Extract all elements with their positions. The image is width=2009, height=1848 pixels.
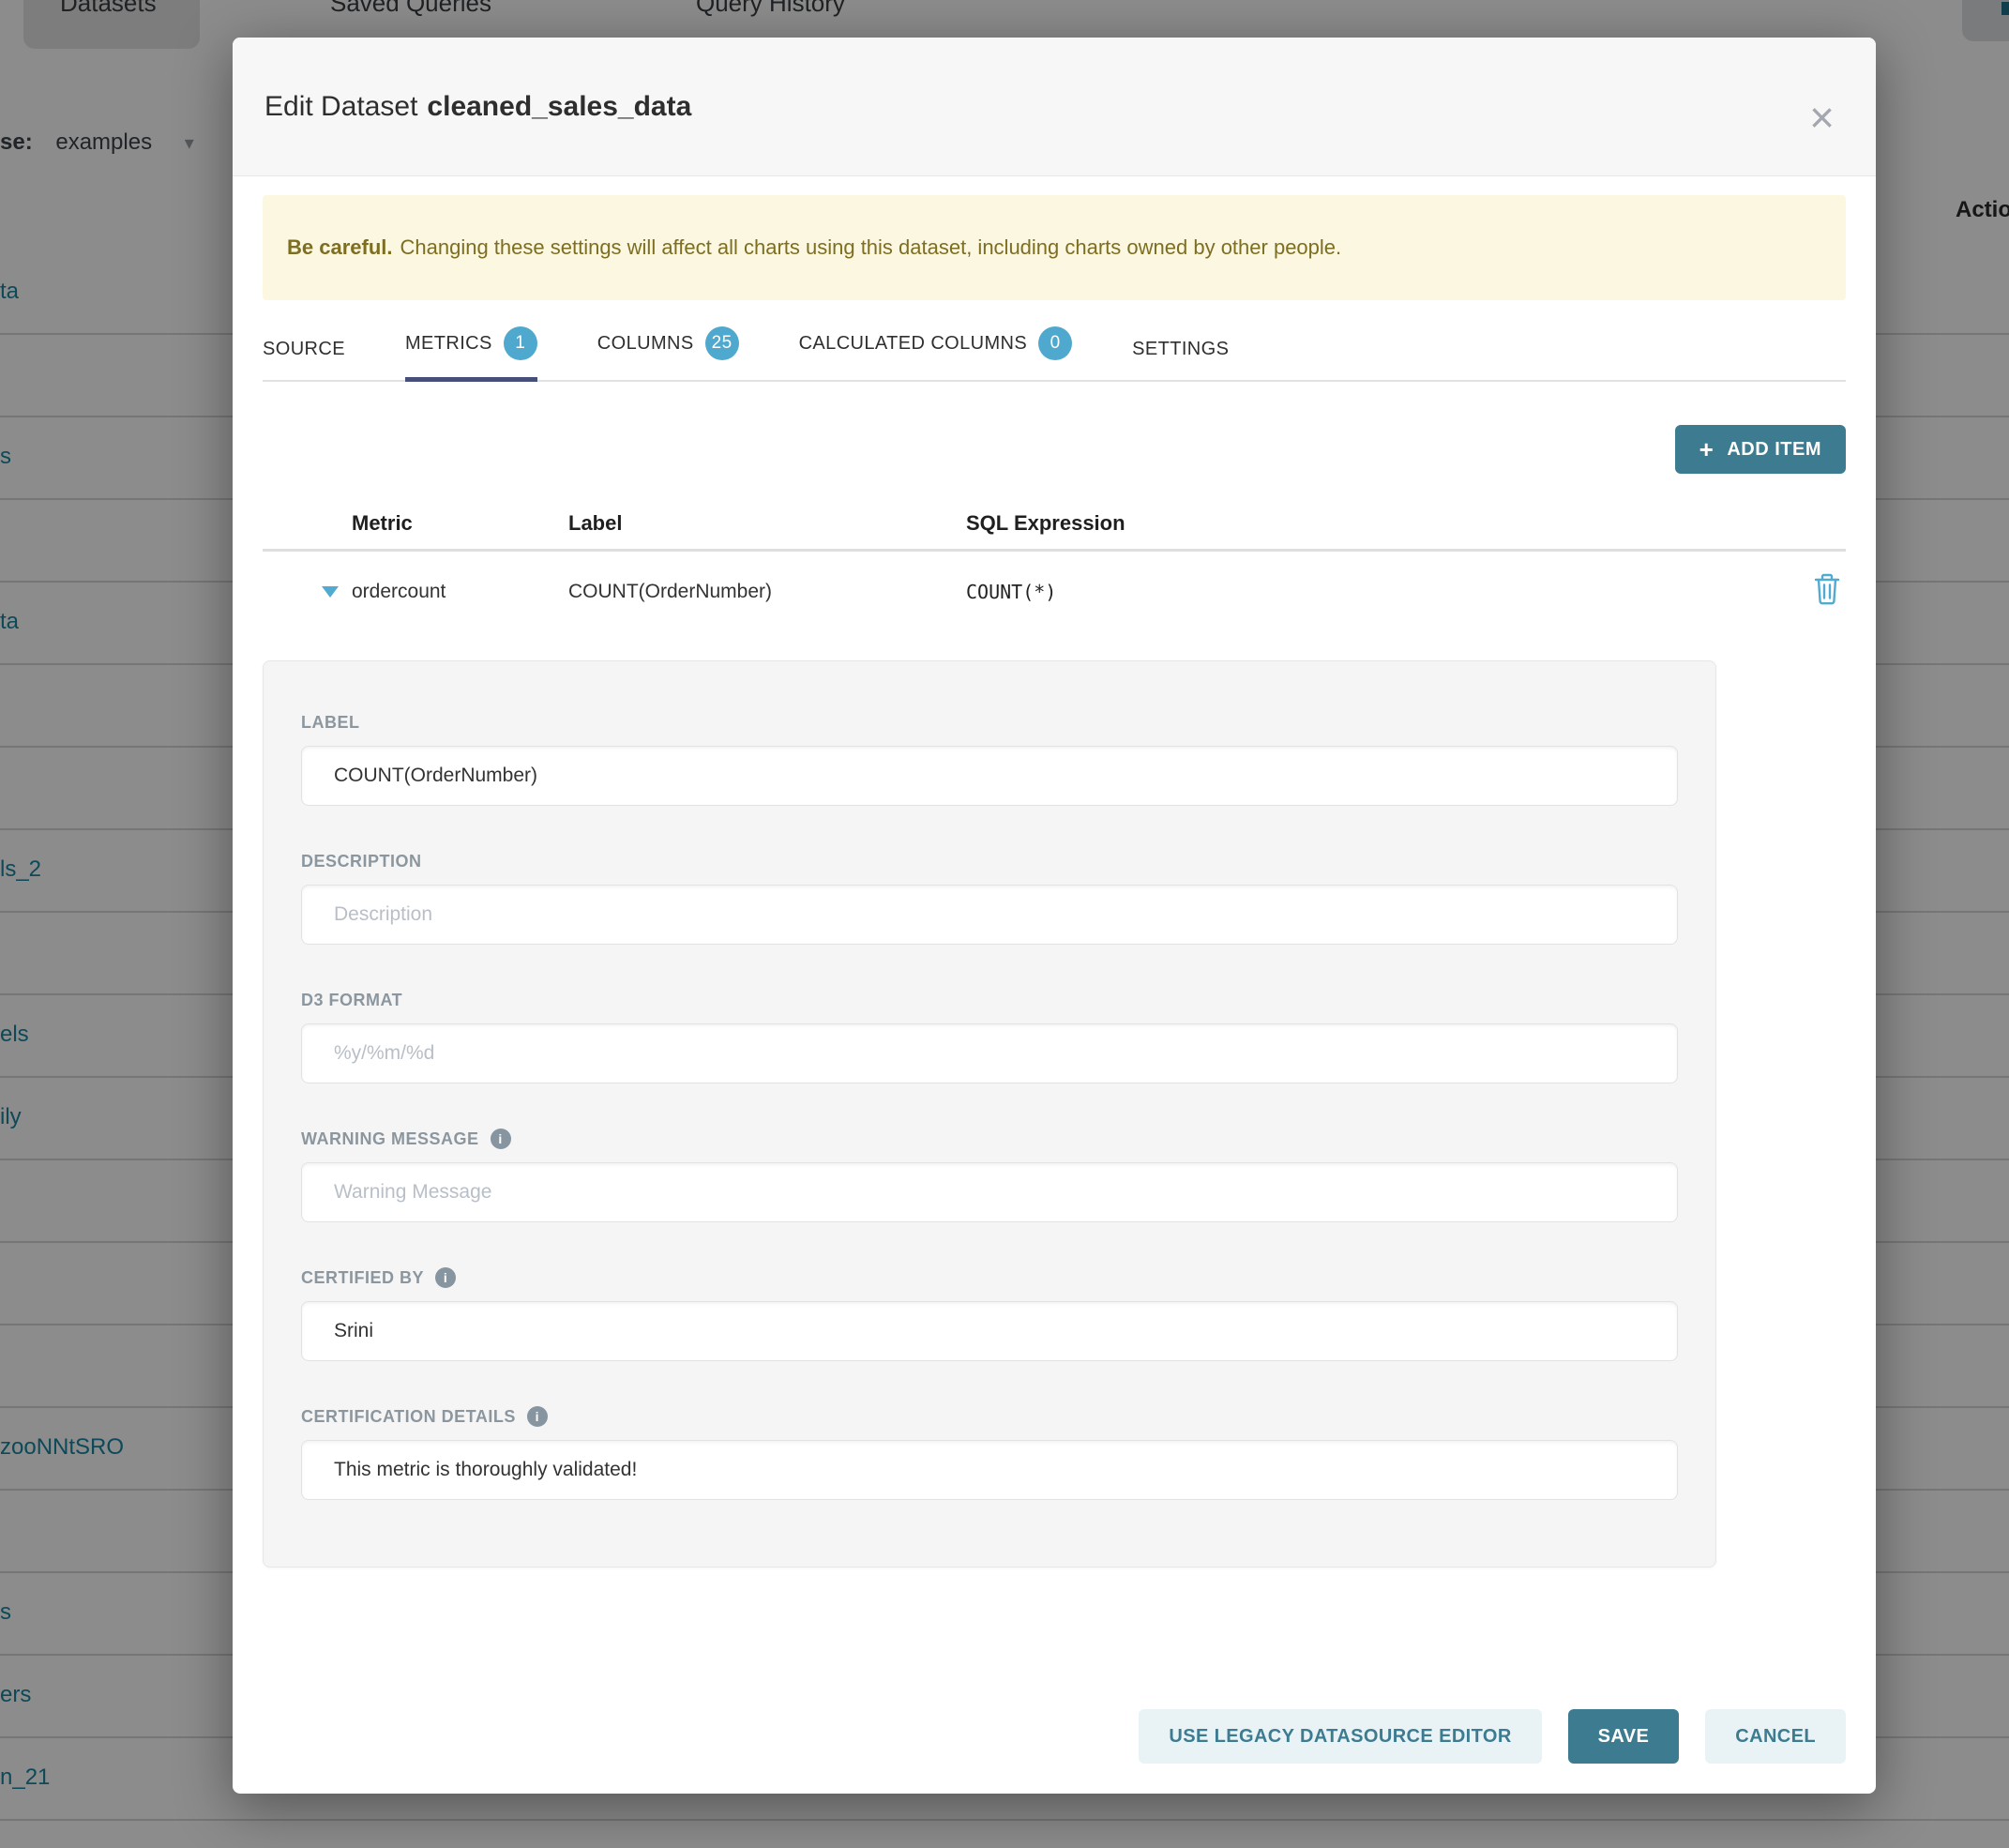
metric-label: COUNT(OrderNumber) xyxy=(568,581,966,603)
metric-column-header: Metric xyxy=(352,511,568,536)
cancel-button[interactable]: CANCEL xyxy=(1705,1709,1846,1764)
metric-row: ordercount COUNT(OrderNumber) COUNT(*) xyxy=(263,552,1846,631)
modal-title: Edit Dataset cleaned_sales_data xyxy=(264,91,691,123)
modal-title-prefix: Edit Dataset xyxy=(264,91,417,122)
add-item-button[interactable]: + ADD ITEM xyxy=(1675,425,1846,474)
metrics-table: Metric Label SQL Expression ordercount C… xyxy=(263,497,1846,631)
label-input[interactable] xyxy=(301,746,1678,806)
tab-calculated-columns[interactable]: CALCULATED COLUMNS 0 xyxy=(799,326,1073,382)
edit-dataset-modal: Edit Dataset cleaned_sales_data × Be care… xyxy=(233,38,1876,1794)
tab-calculated-columns-badge: 0 xyxy=(1038,326,1072,360)
warning-message-field: WARNING MESSAGE i xyxy=(301,1128,1678,1222)
certification-details-field-label: CERTIFICATION DETAILS i xyxy=(301,1406,1678,1427)
certified-by-field: CERTIFIED BY i xyxy=(301,1267,1678,1361)
tab-metrics-badge: 1 xyxy=(504,326,537,360)
tab-settings-label: SETTINGS xyxy=(1132,339,1229,360)
label-field-label: LABEL xyxy=(301,712,1678,733)
close-icon[interactable]: × xyxy=(1809,96,1835,139)
tab-calculated-columns-label: CALCULATED COLUMNS xyxy=(799,333,1028,355)
tab-source-label: SOURCE xyxy=(263,339,345,360)
sql-expression-column-header: SQL Expression xyxy=(966,511,1780,536)
tab-metrics[interactable]: METRICS 1 xyxy=(405,326,537,382)
certification-details-field: CERTIFICATION DETAILS i xyxy=(301,1406,1678,1500)
tab-columns-label: COLUMNS xyxy=(597,333,694,355)
dataset-name: cleaned_sales_data xyxy=(427,91,691,122)
metric-sql-expression: COUNT(*) xyxy=(966,581,1780,603)
modal-header: Edit Dataset cleaned_sales_data × xyxy=(233,38,1876,176)
modal-tab-bar: SOURCE METRICS 1 COLUMNS 25 CALCULATED C… xyxy=(263,322,1846,382)
metrics-table-header: Metric Label SQL Expression xyxy=(263,497,1846,552)
tab-settings[interactable]: SETTINGS xyxy=(1132,339,1229,382)
d3-format-field: D3 FORMAT xyxy=(301,990,1678,1083)
metric-name: ordercount xyxy=(352,581,568,603)
warning-banner-text: Changing these settings will affect all … xyxy=(400,235,1342,260)
use-legacy-datasource-editor-button[interactable]: USE LEGACY DATASOURCE EDITOR xyxy=(1139,1709,1541,1764)
certified-by-input[interactable] xyxy=(301,1301,1678,1361)
info-icon: i xyxy=(491,1128,511,1149)
tab-metrics-label: METRICS xyxy=(405,333,492,355)
warning-message-input[interactable] xyxy=(301,1162,1678,1222)
info-icon: i xyxy=(435,1267,456,1288)
label-column-header: Label xyxy=(568,511,966,536)
warning-banner-bold: Be careful. xyxy=(287,235,393,260)
d3-format-input[interactable] xyxy=(301,1023,1678,1083)
modal-footer: USE LEGACY DATASOURCE EDITOR SAVE CANCEL xyxy=(1139,1709,1846,1764)
label-field: LABEL xyxy=(301,712,1678,806)
plus-icon: + xyxy=(1699,437,1714,462)
warning-banner: Be careful. Changing these settings will… xyxy=(263,195,1846,300)
metric-detail-panel: LABEL DESCRIPTION D3 FORMAT WARNING MESS… xyxy=(263,660,1716,1568)
trash-icon[interactable] xyxy=(1814,573,1840,611)
certification-details-input[interactable] xyxy=(301,1440,1678,1500)
certified-by-field-label: CERTIFIED BY i xyxy=(301,1267,1678,1288)
collapse-caret-icon[interactable] xyxy=(322,586,339,598)
description-field: DESCRIPTION xyxy=(301,851,1678,945)
description-input[interactable] xyxy=(301,885,1678,945)
save-button[interactable]: SAVE xyxy=(1568,1709,1680,1764)
tab-columns-badge: 25 xyxy=(705,326,739,360)
tab-columns[interactable]: COLUMNS 25 xyxy=(597,326,739,382)
description-field-label: DESCRIPTION xyxy=(301,851,1678,871)
warning-message-field-label: WARNING MESSAGE i xyxy=(301,1128,1678,1149)
add-item-label: ADD ITEM xyxy=(1727,439,1821,461)
tab-source[interactable]: SOURCE xyxy=(263,339,345,382)
d3-format-field-label: D3 FORMAT xyxy=(301,990,1678,1010)
info-icon: i xyxy=(527,1406,548,1427)
